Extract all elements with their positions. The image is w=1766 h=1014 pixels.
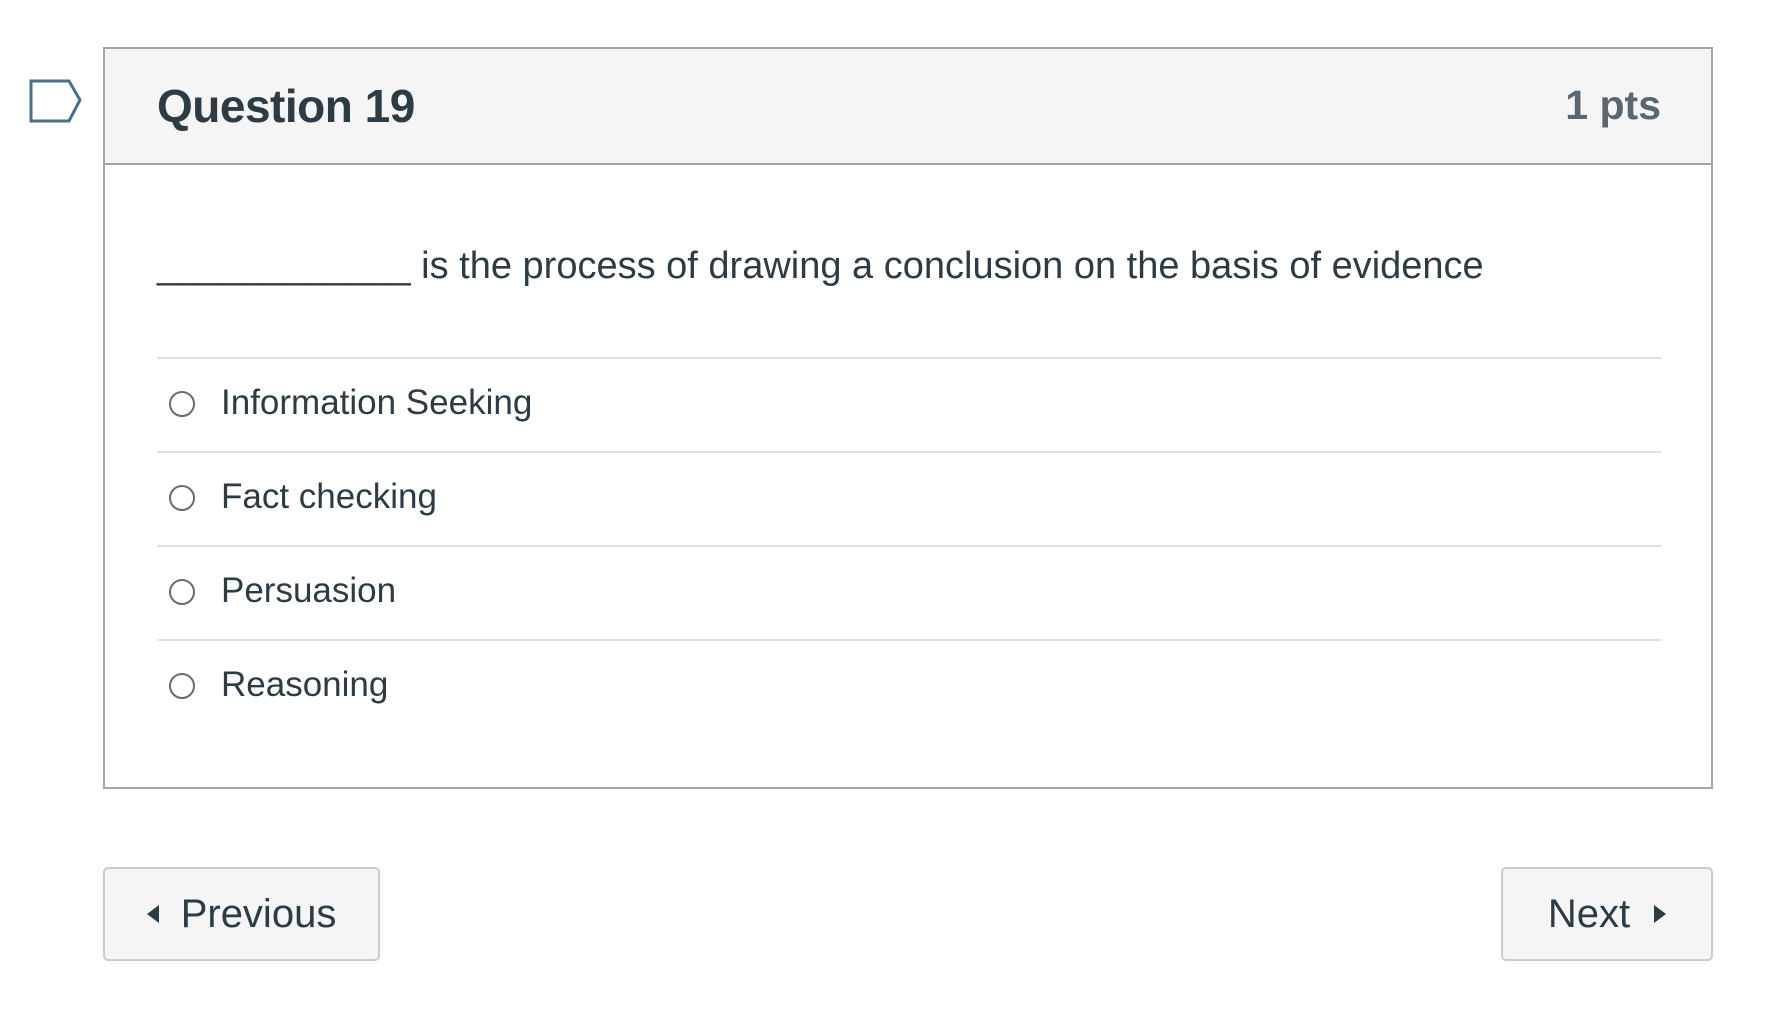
radio-button[interactable] — [169, 485, 195, 511]
quiz-page: Question 19 1 pts ____________ is the pr… — [0, 0, 1766, 1014]
answer-option[interactable]: Fact checking — [157, 451, 1661, 545]
question-header: Question 19 1 pts — [105, 49, 1711, 165]
answer-label: Information Seeking — [221, 383, 533, 422]
radio-button[interactable] — [169, 673, 195, 699]
caret-left-icon — [146, 905, 159, 923]
previous-label: Previous — [180, 891, 337, 936]
answer-label: Fact checking — [221, 477, 437, 516]
answer-option[interactable]: Reasoning — [157, 639, 1661, 733]
answer-label: Persuasion — [221, 571, 397, 610]
answer-label: Reasoning — [221, 665, 389, 704]
radio-button[interactable] — [169, 579, 195, 605]
previous-button[interactable]: Previous — [103, 867, 380, 961]
answer-list: Information Seeking Fact checking Persua… — [157, 357, 1661, 733]
question-text: ____________ is the process of drawing a… — [157, 245, 1484, 287]
next-label: Next — [1547, 891, 1631, 936]
flag-question-icon[interactable] — [29, 79, 83, 125]
question-points: 1 pts — [1565, 82, 1661, 128]
radio-button[interactable] — [169, 391, 195, 417]
answer-option[interactable]: Persuasion — [157, 545, 1661, 639]
caret-right-icon — [1654, 905, 1667, 923]
question-title: Question 19 — [157, 80, 415, 132]
answer-option[interactable]: Information Seeking — [157, 357, 1661, 451]
next-button[interactable]: Next — [1501, 867, 1713, 961]
question-card: Question 19 1 pts ____________ is the pr… — [103, 47, 1713, 789]
